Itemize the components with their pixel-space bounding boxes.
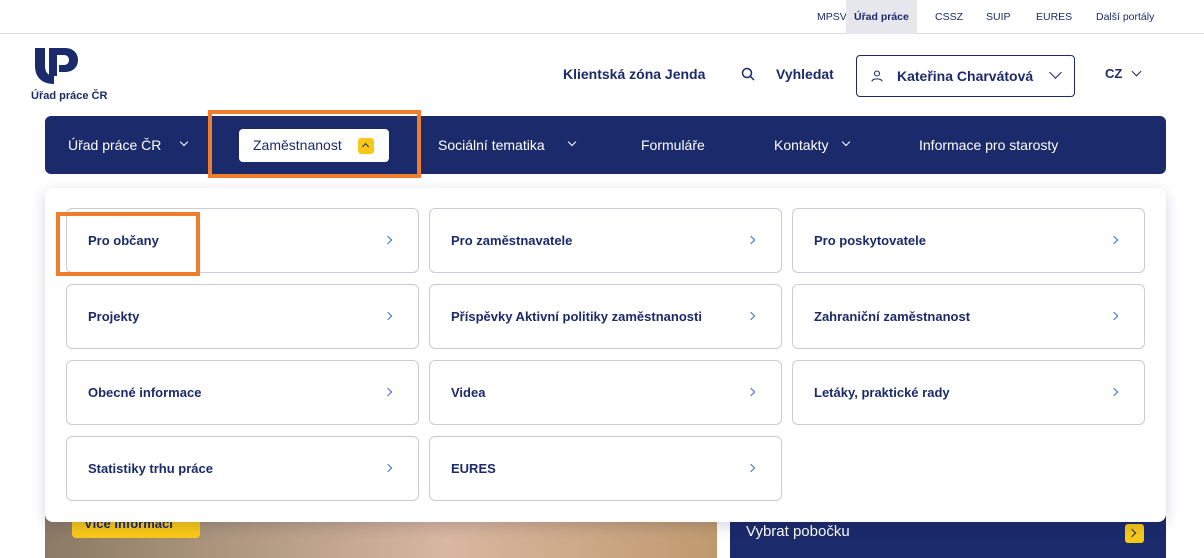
dropdown-card-projekty[interactable]: Projekty xyxy=(66,284,419,349)
portal-link-urad-prace[interactable]: Úřad práce xyxy=(846,0,917,34)
chevron-down-icon xyxy=(179,137,189,147)
language-label: CZ xyxy=(1105,66,1123,81)
zamestnanost-dropdown: Pro občany Pro zaměstnavatele Pro poskyt… xyxy=(45,188,1166,522)
chevron-right-icon xyxy=(383,387,393,397)
card-label: Statistiky trhu práce xyxy=(88,461,213,476)
nav-item-label: Informace pro starosty xyxy=(919,137,1059,153)
nav-item-informace-pro-starosty[interactable]: Informace pro starosty xyxy=(919,116,1058,174)
card-label: Obecné informace xyxy=(88,385,202,400)
chevron-right-icon xyxy=(383,235,393,245)
branch-select-label: Vybrat pobočku xyxy=(746,523,850,540)
chevron-down-icon xyxy=(567,137,577,147)
chevron-right-icon xyxy=(746,463,756,473)
dropdown-card-pro-zamestnavatele[interactable]: Pro zaměstnavatele xyxy=(429,208,782,273)
chevron-right-icon xyxy=(746,235,756,245)
client-zone-link[interactable]: Klientská zóna Jenda xyxy=(563,66,705,82)
dropdown-card-obecne-informace[interactable]: Obecné informace xyxy=(66,360,419,425)
nav-item-formulare[interactable]: Formuláře xyxy=(641,116,705,174)
highlight-pro-obcany xyxy=(56,212,200,276)
dropdown-card-pro-poskytovatele[interactable]: Pro poskytovatele xyxy=(792,208,1145,273)
user-icon xyxy=(871,70,883,82)
highlight-nav-zamestnanost xyxy=(208,110,421,178)
portal-link-dalsi[interactable]: Další portály xyxy=(1088,0,1162,34)
chevron-right-icon xyxy=(746,387,756,397)
nav-item-label: Formuláře xyxy=(641,137,705,153)
chevron-right-icon xyxy=(746,311,756,321)
search-link[interactable]: Vyhledat xyxy=(776,66,834,82)
chevron-right-icon xyxy=(383,311,393,321)
user-menu-button[interactable]: Kateřina Charvátová xyxy=(856,55,1075,97)
user-name: Kateřina Charvátová xyxy=(897,68,1034,84)
dropdown-card-videa[interactable]: Videa xyxy=(429,360,782,425)
chevron-down-icon xyxy=(841,137,851,147)
dropdown-card-zahranicni-zamestnanost[interactable]: Zahraniční zaměstnanost xyxy=(792,284,1145,349)
card-label: Pro zaměstnavatele xyxy=(451,233,573,248)
portal-link-eures[interactable]: EURES xyxy=(1028,0,1080,34)
card-label: Příspěvky Aktivní politiky zaměstnanosti xyxy=(451,309,702,324)
nav-item-socialni-tematika[interactable]: Sociální tematika xyxy=(438,116,577,174)
dropdown-card-prispevky-apz[interactable]: Příspěvky Aktivní politiky zaměstnanosti xyxy=(429,284,782,349)
chevron-right-icon xyxy=(1109,387,1119,397)
portal-link-suip[interactable]: SUIP xyxy=(978,0,1019,34)
card-label: EURES xyxy=(451,461,496,476)
logo-text: Úřad práce ČR xyxy=(31,90,108,102)
dropdown-card-statistiky[interactable]: Statistiky trhu práce xyxy=(66,436,419,501)
card-label: Zahraniční zaměstnanost xyxy=(814,309,971,324)
language-chevron-icon xyxy=(1131,66,1142,77)
chevron-right-icon xyxy=(1109,311,1119,321)
search-icon[interactable] xyxy=(741,67,755,81)
nav-item-urad-prace[interactable]: Úřad práce ČR xyxy=(68,116,189,174)
card-label: Pro poskytovatele xyxy=(814,233,926,248)
chevron-right-icon xyxy=(1109,235,1119,245)
up-logo-icon xyxy=(35,48,78,84)
dropdown-card-letaky[interactable]: Letáky, praktické rady xyxy=(792,360,1145,425)
chevron-down-icon xyxy=(1049,66,1062,79)
portal-link-cssz[interactable]: CSSZ xyxy=(927,0,971,34)
chevron-right-icon xyxy=(1125,524,1144,543)
nav-item-label: Úřad práce ČR xyxy=(68,137,162,153)
portal-bar: MPSV Úřad práce CSSZ SUIP EURES Další po… xyxy=(0,0,1204,34)
nav-item-label: Sociální tematika xyxy=(438,137,545,153)
language-switch[interactable]: CZ xyxy=(1105,66,1122,81)
card-label: Projekty xyxy=(88,309,140,324)
nav-item-kontakty[interactable]: Kontakty xyxy=(774,116,851,174)
chevron-right-icon xyxy=(383,463,393,473)
card-label: Videa xyxy=(451,385,486,400)
card-label: Letáky, praktické rady xyxy=(814,385,950,400)
dropdown-card-eures[interactable]: EURES xyxy=(429,436,782,501)
nav-item-label: Kontakty xyxy=(774,137,829,153)
